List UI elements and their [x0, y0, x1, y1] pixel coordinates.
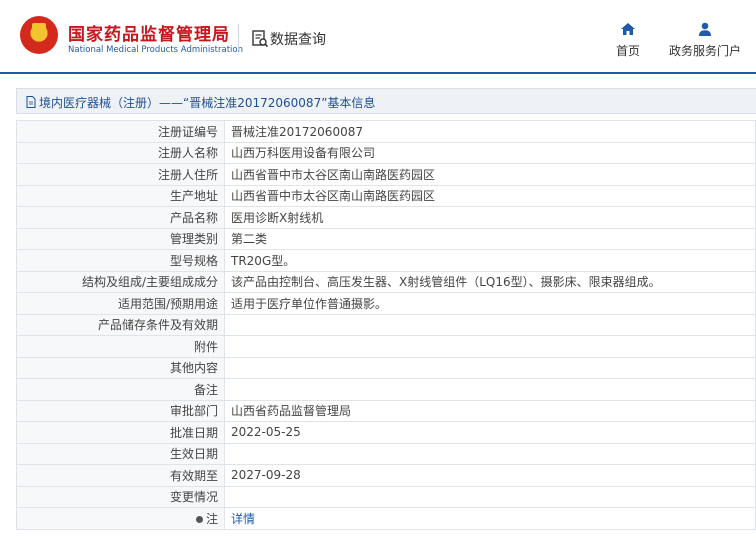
field-value: 山西万科医用设备有限公司 [224, 141, 756, 164]
field-label: 适用范围/预期用途 [16, 292, 225, 315]
note-label-cell: 注 [16, 507, 225, 530]
table-row: 结构及组成/主要组成成分 该产品由控制台、高压发生器、X射线管组件（LQ16型）、… [16, 270, 756, 293]
table-row: 生产地址 山西省晋中市太谷区南山南路医药园区 [16, 184, 756, 207]
home-icon [621, 23, 635, 35]
field-label: 注册证编号 [16, 120, 225, 143]
field-label: 备注 [16, 378, 225, 401]
page-title: 境内医疗器械（注册）——“晋械注准20172060087”基本信息 [39, 96, 376, 110]
field-value [224, 485, 756, 508]
field-label: 产品名称 [16, 206, 225, 229]
field-label: 结构及组成/主要组成成分 [16, 270, 225, 293]
details-link[interactable]: 详情 [231, 512, 255, 526]
field-value: 山西省晋中市太谷区南山南路医药园区 [224, 184, 756, 207]
table-row: 产品储存条件及有效期 [16, 313, 756, 336]
field-value: 第二类 [224, 227, 756, 250]
national-emblem-logo [20, 16, 58, 54]
field-label: 产品储存条件及有效期 [16, 313, 225, 336]
table-row: 批准日期 2022-05-25 [16, 421, 756, 444]
field-label: 附件 [16, 335, 225, 358]
field-label: 其他内容 [16, 356, 225, 379]
field-value: 山西省药品监督管理局 [224, 399, 756, 422]
note-row: 注详情 [16, 507, 756, 530]
record-title-bar: 境内医疗器械（注册）——“晋械注准20172060087”基本信息 [16, 88, 756, 114]
table-row: 审批部门 山西省药品监督管理局 [16, 399, 756, 422]
field-value [224, 313, 756, 336]
table-row: 型号规格 TR20G型。 [16, 249, 756, 272]
field-value: 2027-09-28 [224, 464, 756, 487]
table-row: 变更情况 [16, 485, 756, 508]
field-value [224, 378, 756, 401]
field-value: TR20G型。 [224, 249, 756, 272]
field-value: 适用于医疗单位作普通摄影。 [224, 292, 756, 315]
field-label: 注册人住所 [16, 163, 225, 186]
document-icon [26, 96, 36, 108]
field-label: 注册人名称 [16, 141, 225, 164]
field-label: 生产地址 [16, 184, 225, 207]
field-value: 2022-05-25 [224, 421, 756, 444]
field-label: 变更情况 [16, 485, 225, 508]
table-row: 生效日期 [16, 442, 756, 465]
field-value: 该产品由控制台、高压发生器、X射线管组件（LQ16型）、摄影床、限束器组成。 [224, 270, 756, 293]
table-row: 产品名称 医用诊断X射线机 [16, 206, 756, 229]
nav-home-label: 首页 [615, 44, 640, 58]
table-row: 注册人住所 山西省晋中市太谷区南山南路医药园区 [16, 163, 756, 186]
field-label: 管理类别 [16, 227, 225, 250]
field-label: 批准日期 [16, 421, 225, 444]
field-value [224, 442, 756, 465]
device-info-body: 注册证编号 晋械注准20172060087 注册人名称 山西万科医用设备有限公司 注册人… [16, 120, 756, 530]
field-label: 审批部门 [16, 399, 225, 422]
device-info-table: 注册证编号 晋械注准20172060087 注册人名称 山西万科医用设备有限公司 注册人… [16, 120, 756, 530]
brand-title-en: National Medical Products Administration [68, 45, 243, 55]
table-row: 有效期至 2027-09-28 [16, 464, 756, 487]
data-query-icon [252, 30, 268, 48]
user-icon [699, 22, 711, 36]
field-value: 医用诊断X射线机 [224, 206, 756, 229]
site-header: 国家药品监督管理局 National Medical Products Admi… [0, 0, 756, 74]
note-value-cell: 详情 [224, 507, 756, 530]
data-query-link[interactable]: 数据查询 [270, 29, 326, 49]
table-row: 管理类别 第二类 [16, 227, 756, 250]
table-row: 注册人名称 山西万科医用设备有限公司 [16, 141, 756, 164]
field-value [224, 335, 756, 358]
note-icon [195, 515, 203, 523]
field-value [224, 356, 756, 379]
table-row: 注册证编号 晋械注准20172060087 [16, 120, 756, 143]
field-label: 生效日期 [16, 442, 225, 465]
nav-home[interactable]: 首页 [612, 22, 644, 59]
field-label: 型号规格 [16, 249, 225, 272]
field-value: 晋械注准20172060087 [224, 120, 756, 143]
table-row: 附件 [16, 335, 756, 358]
table-row: 适用范围/预期用途 适用于医疗单位作普通摄影。 [16, 292, 756, 315]
table-row: 备注 [16, 378, 756, 401]
table-row: 其他内容 [16, 356, 756, 379]
nav-portal-label: 政务服务门户 [668, 44, 741, 58]
brand-title-cn: 国家药品监督管理局 [68, 25, 230, 45]
field-label: 有效期至 [16, 464, 225, 487]
header-divider [238, 24, 239, 50]
note-label: 注 [205, 511, 218, 526]
nav-service-portal[interactable]: 政务服务门户 [666, 22, 744, 59]
field-value: 山西省晋中市太谷区南山南路医药园区 [224, 163, 756, 186]
